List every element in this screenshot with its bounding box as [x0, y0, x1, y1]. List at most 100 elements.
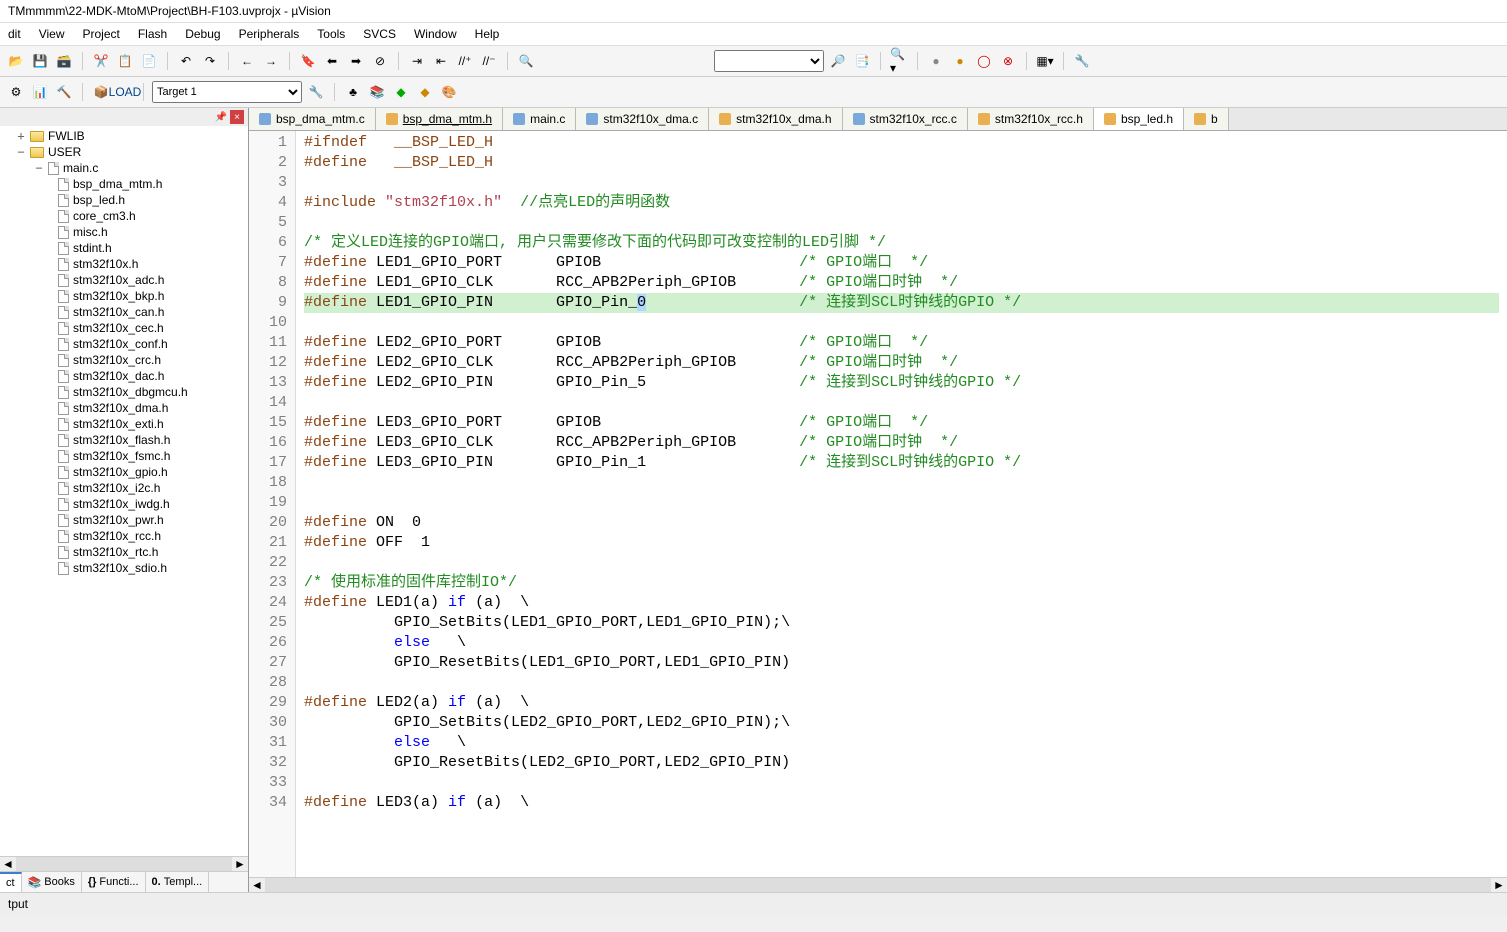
debug-icon[interactable]: 🔍▾: [889, 51, 909, 71]
comment-icon[interactable]: //⁺: [455, 51, 475, 71]
close-icon[interactable]: ×: [230, 110, 244, 124]
editor-tab[interactable]: main.c: [503, 108, 576, 130]
menu-flash[interactable]: Flash: [138, 27, 167, 41]
editor-tab[interactable]: bsp_dma_mtm.c: [249, 108, 376, 130]
download-icon[interactable]: LOAD: [115, 82, 135, 102]
save-all-icon[interactable]: 🗃️: [54, 51, 74, 71]
tree-file-main[interactable]: −main.c: [2, 160, 246, 176]
window-layout-icon[interactable]: ▦▾: [1035, 51, 1055, 71]
open-icon[interactable]: 📂: [6, 51, 26, 71]
menu-debug[interactable]: Debug: [185, 27, 220, 41]
editor-tab[interactable]: stm32f10x_rcc.c: [843, 108, 968, 130]
indent-icon[interactable]: ⇥: [407, 51, 427, 71]
manage-rte-icon[interactable]: ♣: [343, 82, 363, 102]
menu-view[interactable]: View: [39, 27, 65, 41]
bookmark-prev-icon[interactable]: ⬅: [322, 51, 342, 71]
panel-tab-functions[interactable]: {}Functi...: [82, 872, 146, 892]
editor-tab[interactable]: b: [1184, 108, 1229, 130]
tree-file[interactable]: stm32f10x_adc.h: [2, 272, 246, 288]
uncomment-icon[interactable]: //⁻: [479, 51, 499, 71]
mixed-icon[interactable]: 🎨: [439, 82, 459, 102]
inc-search-icon[interactable]: 📑: [852, 51, 872, 71]
find-select[interactable]: [714, 50, 824, 72]
configure-icon[interactable]: 🔧: [1072, 51, 1092, 71]
editor-tab[interactable]: stm32f10x_dma.h: [709, 108, 842, 130]
undo-icon[interactable]: ↶: [176, 51, 196, 71]
bookmark-icon[interactable]: 🔖: [298, 51, 318, 71]
menu-tools[interactable]: Tools: [317, 27, 345, 41]
tree-file[interactable]: stm32f10x_gpio.h: [2, 464, 246, 480]
tree-file[interactable]: misc.h: [2, 224, 246, 240]
tree-folder-user[interactable]: −USER: [2, 144, 246, 160]
menu-help[interactable]: Help: [475, 27, 500, 41]
project-tree[interactable]: +FWLIB −USER −main.c bsp_dma_mtm.hbsp_le…: [0, 126, 248, 856]
tree-file[interactable]: stm32f10x.h: [2, 256, 246, 272]
menu-svcs[interactable]: SVCS: [363, 27, 396, 41]
target-select[interactable]: Target 1: [152, 81, 302, 103]
find-in-files-icon[interactable]: 🔎: [828, 51, 848, 71]
menu-peripherals[interactable]: Peripherals: [239, 27, 300, 41]
tree-file[interactable]: stm32f10x_pwr.h: [2, 512, 246, 528]
menu-project[interactable]: Project: [82, 27, 119, 41]
tree-file[interactable]: stm32f10x_bkp.h: [2, 288, 246, 304]
editor-tab[interactable]: bsp_dma_mtm.h: [376, 108, 503, 130]
bp-insert-icon[interactable]: ●: [926, 51, 946, 71]
editor-tab[interactable]: stm32f10x_dma.c: [576, 108, 709, 130]
select-packs-icon[interactable]: 📚: [367, 82, 387, 102]
tree-file[interactable]: stm32f10x_conf.h: [2, 336, 246, 352]
panel-tab-books[interactable]: 📚Books: [22, 872, 82, 892]
editor-tab[interactable]: stm32f10x_rcc.h: [968, 108, 1094, 130]
tree-file[interactable]: stm32f10x_cec.h: [2, 320, 246, 336]
tree-hscroll[interactable]: ◄►: [0, 856, 248, 871]
tree-file[interactable]: stm32f10x_exti.h: [2, 416, 246, 432]
pin-icon[interactable]: 📌: [214, 110, 228, 124]
save-icon[interactable]: 💾: [30, 51, 50, 71]
tree-file[interactable]: stm32f10x_i2c.h: [2, 480, 246, 496]
cut-icon[interactable]: ✂️: [91, 51, 111, 71]
tree-file[interactable]: stm32f10x_sdio.h: [2, 560, 246, 576]
tree-file[interactable]: stm32f10x_rtc.h: [2, 544, 246, 560]
bp-enable-icon[interactable]: ●: [950, 51, 970, 71]
options-icon[interactable]: 🔧: [306, 82, 326, 102]
menu-edit[interactable]: dit: [8, 27, 21, 41]
panel-tab-templates[interactable]: 0.Templ...: [146, 872, 210, 892]
tree-file[interactable]: bsp_dma_mtm.h: [2, 176, 246, 192]
code-editor[interactable]: 1234567891011121314151617181920212223242…: [249, 131, 1507, 877]
nav-back-icon[interactable]: ←: [237, 51, 257, 71]
redo-icon[interactable]: ↷: [200, 51, 220, 71]
panel-tab-project[interactable]: ct: [0, 872, 22, 892]
bp-disable-icon[interactable]: ◯: [974, 51, 994, 71]
nav-fwd-icon[interactable]: →: [261, 51, 281, 71]
file-icon: [58, 402, 69, 415]
build-icon[interactable]: 📊: [30, 82, 50, 102]
tree-file[interactable]: stm32f10x_iwdg.h: [2, 496, 246, 512]
tree-file[interactable]: stdint.h: [2, 240, 246, 256]
find-icon[interactable]: 🔍: [516, 51, 536, 71]
editor-tab[interactable]: bsp_led.h: [1094, 108, 1184, 130]
outdent-icon[interactable]: ⇤: [431, 51, 451, 71]
tree-file[interactable]: core_cm3.h: [2, 208, 246, 224]
tree-file[interactable]: stm32f10x_fsmc.h: [2, 448, 246, 464]
file-icon: [58, 322, 69, 335]
tree-file[interactable]: stm32f10x_dac.h: [2, 368, 246, 384]
tree-file[interactable]: stm32f10x_rcc.h: [2, 528, 246, 544]
translate-icon[interactable]: ⚙: [6, 82, 26, 102]
tree-folder-fwlib[interactable]: +FWLIB: [2, 128, 246, 144]
tree-file[interactable]: stm32f10x_dbgmcu.h: [2, 384, 246, 400]
tree-file[interactable]: stm32f10x_can.h: [2, 304, 246, 320]
editor-hscroll[interactable]: ◄►: [249, 877, 1507, 892]
tree-file[interactable]: stm32f10x_flash.h: [2, 432, 246, 448]
tree-file[interactable]: stm32f10x_crc.h: [2, 352, 246, 368]
paste-icon[interactable]: 📄: [139, 51, 159, 71]
copy-icon[interactable]: 📋: [115, 51, 135, 71]
bookmark-next-icon[interactable]: ➡: [346, 51, 366, 71]
tree-file[interactable]: stm32f10x_dma.h: [2, 400, 246, 416]
tree-file[interactable]: bsp_led.h: [2, 192, 246, 208]
bookmark-clear-icon[interactable]: ⊘: [370, 51, 390, 71]
rebuild-icon[interactable]: 🔨: [54, 82, 74, 102]
pack-installer-icon[interactable]: ◆: [391, 82, 411, 102]
manage-icon[interactable]: ◆: [415, 82, 435, 102]
code-content[interactable]: #ifndef __BSP_LED_H#define __BSP_LED_H #…: [296, 131, 1507, 877]
menu-window[interactable]: Window: [414, 27, 457, 41]
bp-kill-icon[interactable]: ⊗: [998, 51, 1018, 71]
